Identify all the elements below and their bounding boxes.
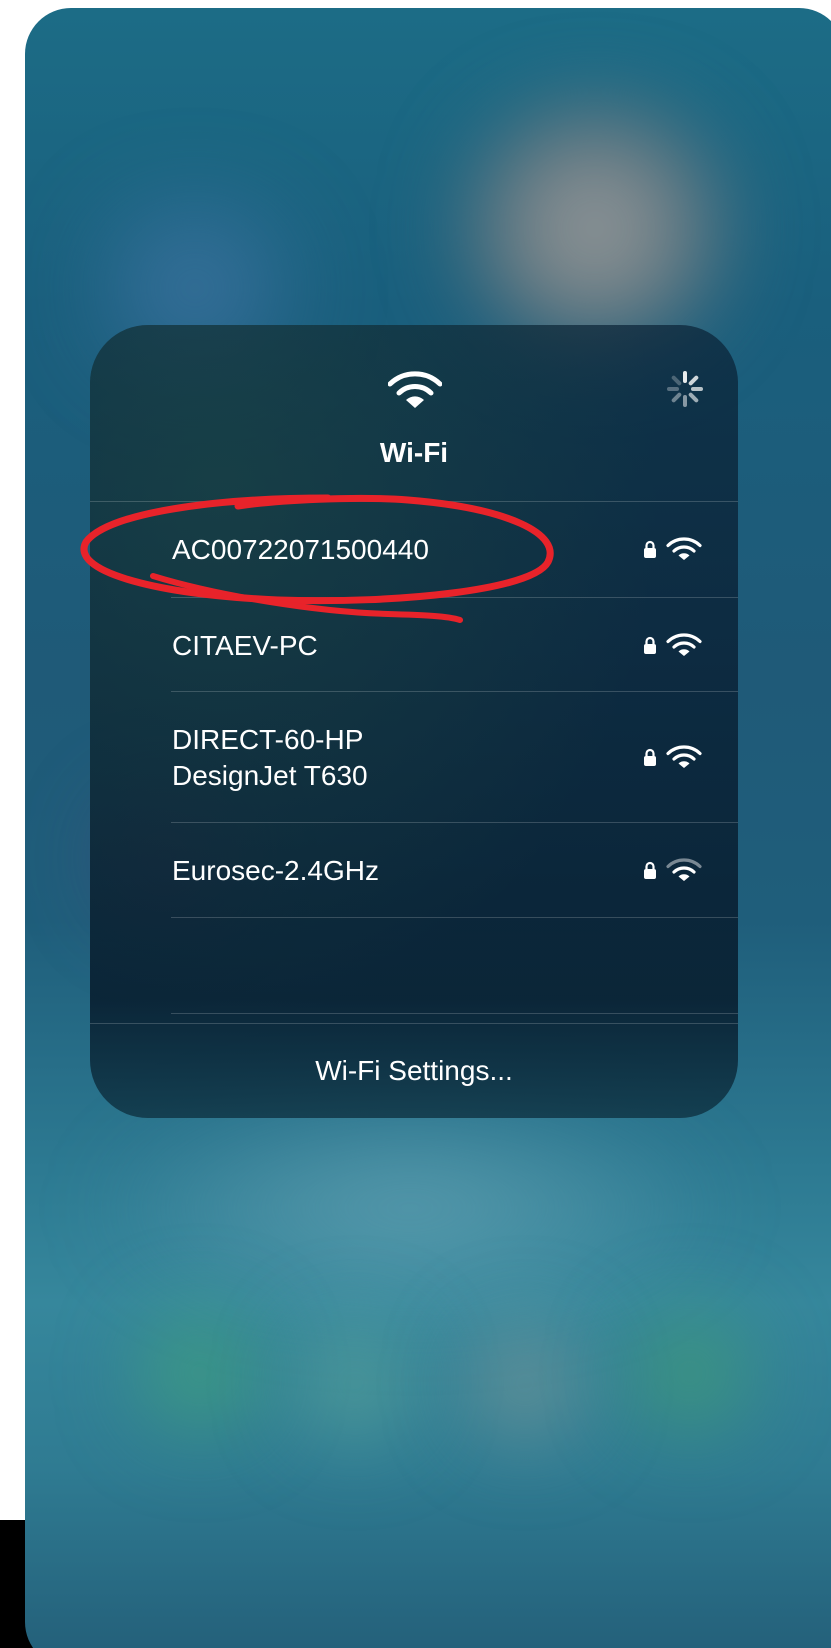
- lock-icon: [644, 748, 656, 766]
- wifi-signal-icon: [666, 633, 702, 656]
- network-name: Eurosec-2.4GHz: [172, 855, 379, 886]
- divider: [171, 1013, 738, 1014]
- blurred-dock-app-icon: [605, 1298, 775, 1448]
- wifi-signal-icon: [666, 858, 702, 881]
- divider: [90, 1023, 738, 1024]
- wifi-panel: Wi-Fi AC00722071500440 CITAEV-PC DIRECT-…: [90, 325, 738, 1118]
- network-row[interactable]: DIRECT-60-HP DesignJet T630: [90, 692, 738, 822]
- spinner-icon: [667, 371, 703, 407]
- wifi-icon: [388, 371, 442, 408]
- divider: [171, 917, 738, 918]
- page: Wi-Fi AC00722071500440 CITAEV-PC DIRECT-…: [0, 0, 831, 1648]
- blurred-dock-app-icon: [445, 1308, 605, 1458]
- red-circle-annotation: [80, 494, 554, 623]
- network-name-line1: DIRECT-60-HP: [172, 724, 364, 755]
- wifi-settings-button[interactable]: Wi-Fi Settings...: [90, 1055, 738, 1087]
- lock-icon: [644, 861, 656, 879]
- blurred-dock-app-icon: [275, 1308, 435, 1458]
- lock-icon: [644, 540, 656, 558]
- wifi-signal-icon: [666, 745, 702, 768]
- network-name-line2: DesignJet T630: [172, 760, 368, 791]
- panel-title: Wi-Fi: [379, 437, 449, 468]
- lock-icon: [644, 636, 656, 654]
- network-row[interactable]: Eurosec-2.4GHz: [90, 823, 738, 917]
- wifi-signal-icon: [666, 537, 702, 560]
- blurred-dock-app-icon: [115, 1298, 285, 1448]
